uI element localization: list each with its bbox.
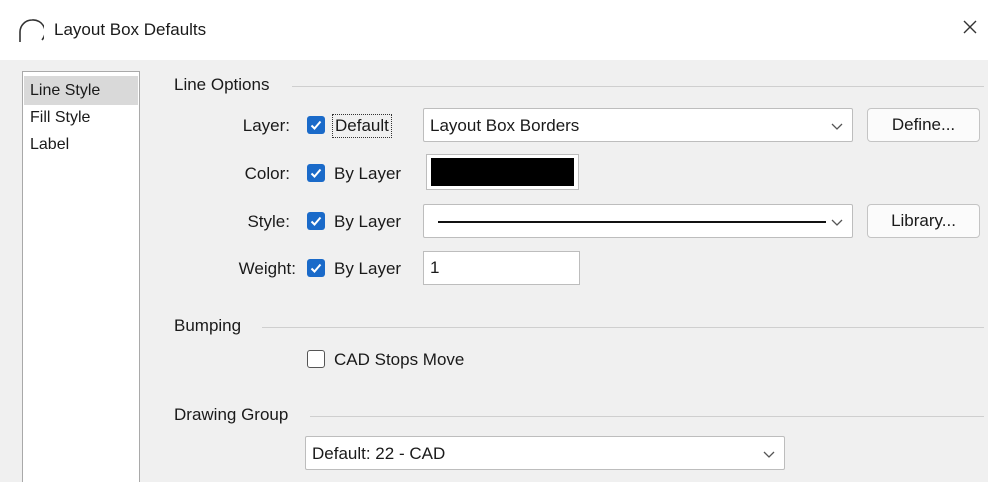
line-options-divider <box>292 86 984 87</box>
define-button[interactable]: Define... <box>867 108 980 142</box>
color-by-layer-label[interactable]: By Layer <box>334 164 401 184</box>
cad-stops-move-label[interactable]: CAD Stops Move <box>334 350 464 370</box>
style-by-layer-checkbox[interactable] <box>307 212 325 230</box>
dialog-title: Layout Box Defaults <box>54 20 207 39</box>
layer-select-value: Layout Box Borders <box>430 116 580 135</box>
cad-stops-move-checkbox[interactable] <box>307 350 325 368</box>
color-label: Color: <box>244 164 290 183</box>
weight-by-layer-checkbox[interactable] <box>307 259 325 277</box>
layer-default-label[interactable]: Default <box>332 114 392 138</box>
library-button[interactable]: Library... <box>867 204 980 238</box>
app-arc-icon <box>18 18 46 44</box>
drawing-group-select[interactable]: Default: 22 - CAD <box>305 436 785 470</box>
weight-by-layer-label[interactable]: By Layer <box>334 259 401 279</box>
layer-default-checkbox[interactable] <box>307 116 325 134</box>
chevron-down-icon <box>830 214 844 228</box>
solid-line-sample <box>438 221 826 223</box>
layer-label: Layer: <box>242 116 290 135</box>
weight-input[interactable]: 1 <box>423 251 580 285</box>
sidebar-item-line-style[interactable]: Line Style <box>24 76 138 105</box>
color-swatch[interactable] <box>426 154 579 190</box>
style-by-layer-label[interactable]: By Layer <box>334 212 401 232</box>
drawing-group-title: Drawing Group <box>174 405 289 424</box>
color-swatch-fill <box>431 158 574 186</box>
title-bar: Layout Box Defaults <box>0 0 988 60</box>
chevron-down-icon <box>762 446 776 460</box>
bumping-title: Bumping <box>174 316 242 335</box>
style-label: Style: <box>247 212 290 231</box>
dialog-window: Layout Box Defaults Line Style Fill Styl… <box>0 0 988 482</box>
layer-select[interactable]: Layout Box Borders <box>423 108 853 142</box>
checkmark-icon <box>310 168 322 178</box>
close-icon <box>962 19 978 40</box>
category-list: Line Style Fill Style Label <box>22 71 140 482</box>
checkmark-icon <box>310 216 322 226</box>
sidebar-item-label[interactable]: Label <box>24 130 138 159</box>
close-button[interactable] <box>955 14 985 44</box>
color-by-layer-checkbox[interactable] <box>307 164 325 182</box>
weight-label: Weight: <box>238 259 296 278</box>
drawing-group-divider <box>310 416 984 417</box>
sidebar-item-fill-style[interactable]: Fill Style <box>24 103 138 132</box>
checkmark-icon <box>310 120 322 130</box>
drawing-group-value: Default: 22 - CAD <box>312 444 446 463</box>
line-style-select[interactable] <box>423 204 853 238</box>
line-options-title: Line Options <box>174 75 270 94</box>
chevron-down-icon <box>830 118 844 132</box>
checkmark-icon <box>310 263 322 273</box>
bumping-divider <box>262 327 984 328</box>
